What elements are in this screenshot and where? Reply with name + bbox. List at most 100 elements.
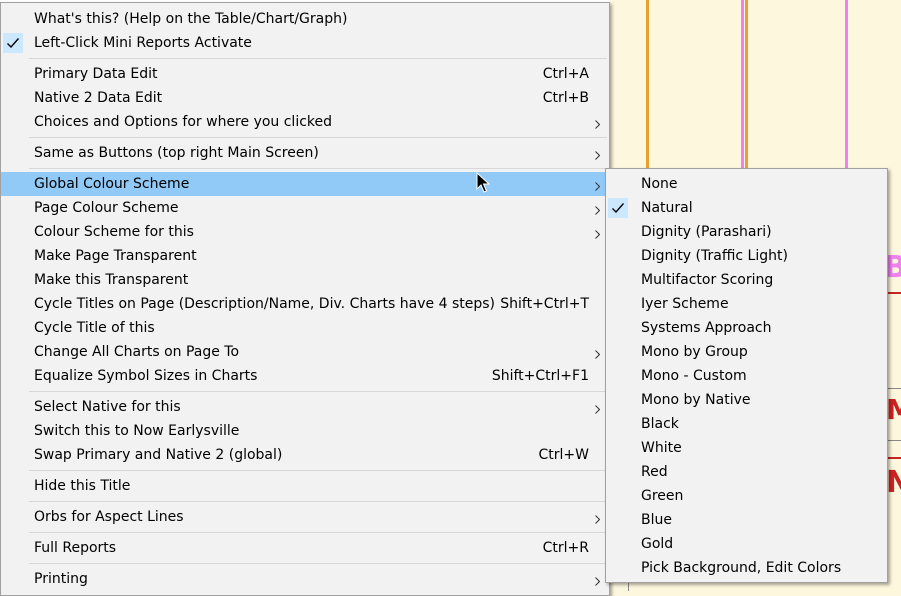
context-menu: What's this? (Help on the Table/Chart/Gr… xyxy=(0,2,610,596)
menu-item-same-as-buttons[interactable]: Same as Buttons (top right Main Screen) xyxy=(1,141,609,165)
chart-border-line xyxy=(741,0,744,180)
menu-separator xyxy=(29,501,607,502)
menu-item-shortcut: Ctrl+B xyxy=(542,90,589,106)
menu-item-label: Choices and Options for where you clicke… xyxy=(34,114,333,130)
menu-item-label: Native 2 Data Edit xyxy=(34,90,163,106)
menu-item-label: Make this Transparent xyxy=(34,272,189,288)
submenu-arrow-icon xyxy=(595,203,601,219)
menu-item-label: Systems Approach xyxy=(641,320,772,336)
menu-item-make-page-transparent[interactable]: Make Page Transparent xyxy=(1,244,609,268)
menu-item-change-all-charts[interactable]: Change All Charts on Page To xyxy=(1,340,609,364)
menu-item-full-reports[interactable]: Full Reports Ctrl+R xyxy=(1,536,609,560)
menu-item-cycle-title-this[interactable]: Cycle Title of this xyxy=(1,316,609,340)
menu-item-label: Page Colour Scheme xyxy=(34,200,179,216)
menu-item-label: Multifactor Scoring xyxy=(641,272,774,288)
menu-item-switch-now[interactable]: Switch this to Now Earlysville xyxy=(1,419,609,443)
menu-item-label: Natural xyxy=(641,200,693,216)
menu-item-swap-primary-native[interactable]: Swap Primary and Native 2 (global) Ctrl+… xyxy=(1,443,609,467)
menu-item-native2-data-edit[interactable]: Native 2 Data Edit Ctrl+B xyxy=(1,86,609,110)
menu-item-primary-data-edit[interactable]: Primary Data Edit Ctrl+A xyxy=(1,62,609,86)
submenu-arrow-icon xyxy=(595,148,601,164)
menu-separator xyxy=(29,58,607,59)
menu-item-label: Dignity (Parashari) xyxy=(641,224,772,240)
menu-item-orbs-aspect-lines[interactable]: Orbs for Aspect Lines xyxy=(1,505,609,529)
menu-item-label: Green xyxy=(641,488,684,504)
chart-border-line xyxy=(845,0,848,180)
menu-item-label: Same as Buttons (top right Main Screen) xyxy=(34,145,319,161)
colour-scheme-submenu: None Natural Dignity (Parashari) Dignity… xyxy=(605,168,888,583)
colour-option-dignity-parashari[interactable]: Dignity (Parashari) xyxy=(606,220,887,244)
chart-divider xyxy=(886,292,901,294)
colour-option-white[interactable]: White xyxy=(606,436,887,460)
menu-item-label: Mono - Custom xyxy=(641,368,747,384)
colour-option-multifactor[interactable]: Multifactor Scoring xyxy=(606,268,887,292)
menu-item-mini-reports[interactable]: Left-Click Mini Reports Activate xyxy=(1,31,609,55)
checkmark-icon xyxy=(3,33,23,53)
colour-option-pick-background[interactable]: Pick Background, Edit Colors xyxy=(606,556,887,580)
colour-option-mono-native[interactable]: Mono by Native xyxy=(606,388,887,412)
menu-item-cycle-titles-page[interactable]: Cycle Titles on Page (Description/Name, … xyxy=(1,292,609,316)
colour-option-red[interactable]: Red xyxy=(606,460,887,484)
menu-separator xyxy=(29,137,607,138)
menu-item-label: What's this? (Help on the Table/Chart/Gr… xyxy=(34,11,348,27)
menu-item-label: Mono by Group xyxy=(641,344,748,360)
menu-item-choices-options[interactable]: Choices and Options for where you clicke… xyxy=(1,110,609,134)
menu-item-label: Black xyxy=(641,416,679,432)
menu-item-label: Red xyxy=(641,464,668,480)
menu-item-label: Dignity (Traffic Light) xyxy=(641,248,788,264)
chart-title-fragment: M xyxy=(886,393,901,426)
menu-item-label: Equalize Symbol Sizes in Charts xyxy=(34,368,258,384)
menu-separator xyxy=(29,391,607,392)
chart-border-line xyxy=(646,0,649,180)
menu-separator xyxy=(29,532,607,533)
menu-item-whats-this[interactable]: What's this? (Help on the Table/Chart/Gr… xyxy=(1,7,609,31)
menu-item-equalize-symbols[interactable]: Equalize Symbol Sizes in Charts Shift+Ct… xyxy=(1,364,609,388)
menu-item-select-native[interactable]: Select Native for this xyxy=(1,395,609,419)
colour-option-natural[interactable]: Natural xyxy=(606,196,887,220)
colour-option-dignity-traffic[interactable]: Dignity (Traffic Light) xyxy=(606,244,887,268)
menu-item-label: Hide this Title xyxy=(34,478,131,494)
menu-separator xyxy=(29,563,607,564)
colour-option-mono-custom[interactable]: Mono - Custom xyxy=(606,364,887,388)
checkmark-icon xyxy=(608,198,628,218)
chart-divider xyxy=(886,388,901,389)
menu-item-label: Cycle Titles on Page (Description/Name, … xyxy=(34,296,495,312)
menu-item-label: Colour Scheme for this xyxy=(34,224,194,240)
menu-item-label: Switch this to Now Earlysville xyxy=(34,423,240,439)
mouse-pointer-icon xyxy=(476,171,491,198)
menu-item-shortcut: Ctrl+W xyxy=(538,447,589,463)
menu-item-shortcut: Shift+Ctrl+T xyxy=(500,296,589,312)
chart-border-line xyxy=(745,0,748,180)
menu-item-hide-title[interactable]: Hide this Title xyxy=(1,474,609,498)
menu-item-label: Cycle Title of this xyxy=(34,320,155,336)
menu-item-label: Global Colour Scheme xyxy=(34,176,190,192)
submenu-arrow-icon xyxy=(595,402,601,418)
menu-item-label: Left-Click Mini Reports Activate xyxy=(34,35,252,51)
menu-item-make-this-transparent[interactable]: Make this Transparent xyxy=(1,268,609,292)
menu-item-shortcut: Ctrl+R xyxy=(542,540,589,556)
menu-item-printing[interactable]: Printing xyxy=(1,567,609,591)
menu-item-label: Full Reports xyxy=(34,540,117,556)
colour-option-black[interactable]: Black xyxy=(606,412,887,436)
colour-option-gold[interactable]: Gold xyxy=(606,532,887,556)
colour-option-green[interactable]: Green xyxy=(606,484,887,508)
chart-title-fragment: N xyxy=(886,465,901,500)
colour-option-iyer[interactable]: Iyer Scheme xyxy=(606,292,887,316)
submenu-arrow-icon xyxy=(595,227,601,243)
menu-item-label: Orbs for Aspect Lines xyxy=(34,509,184,525)
menu-item-label: None xyxy=(641,176,678,192)
menu-item-label: Primary Data Edit xyxy=(34,66,158,82)
menu-separator xyxy=(29,168,607,169)
menu-item-label: Swap Primary and Native 2 (global) xyxy=(34,447,283,463)
colour-option-blue[interactable]: Blue xyxy=(606,508,887,532)
menu-separator xyxy=(29,470,607,471)
chart-divider xyxy=(886,457,901,459)
submenu-arrow-icon xyxy=(595,347,601,363)
menu-item-page-colour-scheme[interactable]: Page Colour Scheme xyxy=(1,196,609,220)
colour-option-mono-group[interactable]: Mono by Group xyxy=(606,340,887,364)
menu-item-global-colour-scheme[interactable]: Global Colour Scheme xyxy=(1,172,609,196)
colour-option-none[interactable]: None xyxy=(606,172,887,196)
submenu-arrow-icon xyxy=(595,512,601,528)
colour-option-systems[interactable]: Systems Approach xyxy=(606,316,887,340)
menu-item-colour-scheme-this[interactable]: Colour Scheme for this xyxy=(1,220,609,244)
